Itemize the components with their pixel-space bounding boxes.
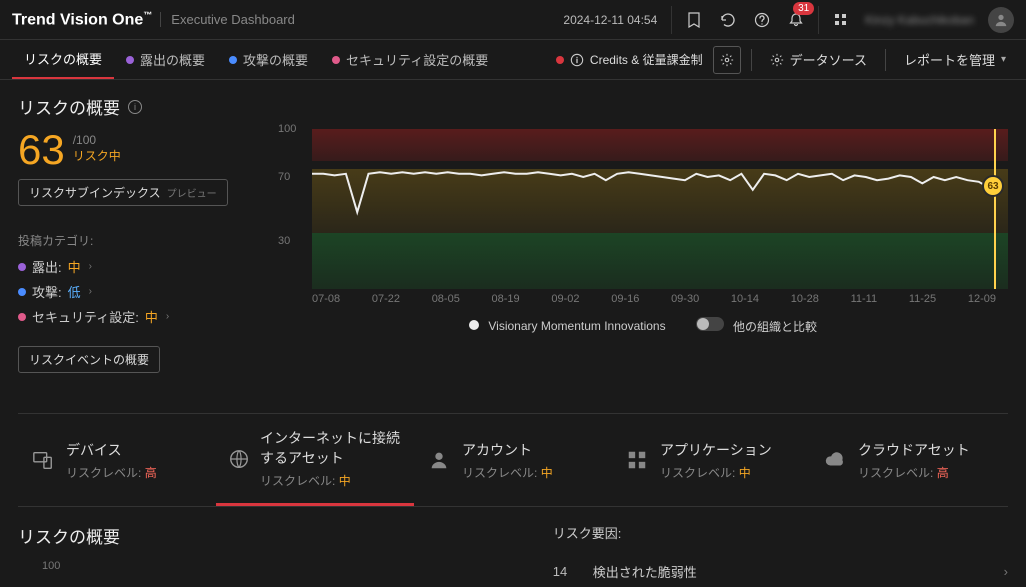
x-tick: 09-16 [611, 293, 639, 305]
x-tick: 11-11 [851, 293, 878, 305]
x-tick: 08-19 [492, 293, 520, 305]
asset-title: アカウント [462, 440, 553, 460]
asset-applications[interactable]: アプリケーション リスクレベル: 中 [612, 414, 810, 506]
tab-bar: リスクの概要 露出の概要 攻撃の概要 セキュリティ設定の概要 Credits &… [0, 40, 1026, 80]
brand-title: Trend Vision One™ [12, 10, 152, 29]
y-tick: 100 [278, 123, 296, 135]
asset-title: インターネットに接続するアセット [260, 428, 402, 468]
tab-risk-overview[interactable]: リスクの概要 [12, 40, 114, 79]
avatar[interactable] [988, 7, 1014, 33]
asset-title: デバイス [66, 440, 157, 460]
data-source-button[interactable]: データソース [762, 46, 875, 73]
section-title: リスクの概要 i [18, 94, 1008, 119]
help-icon[interactable] [746, 4, 778, 36]
notifications-icon[interactable]: 31 [780, 4, 812, 36]
category-exposure[interactable]: 露出: 中 › [18, 257, 258, 276]
risk-trend-chart: 100 70 30 63 07-0807-2208-0508-1909-0209… [278, 129, 1008, 373]
info-icon[interactable]: i [128, 100, 142, 114]
info-icon [570, 53, 584, 67]
datetime-display: 2024-12-11 04:54 [549, 13, 665, 27]
y-tick: 70 [278, 171, 290, 183]
credits-indicator[interactable]: Credits & 従量課金制 [556, 51, 703, 68]
risk-score: 63 [18, 129, 65, 171]
dot-icon [229, 56, 237, 64]
asset-cloud[interactable]: クラウドアセット リスクレベル: 高 [810, 414, 1008, 506]
tab-exposure[interactable]: 露出の概要 [114, 40, 217, 79]
risk-factor-row[interactable]: 14 検出された脆弱性 › [553, 556, 1008, 587]
chevron-right-icon: › [89, 286, 92, 297]
notification-badge: 31 [793, 2, 814, 15]
risk-subindex-button[interactable]: リスクサブインデックス プレビュー [18, 179, 228, 206]
category-attack[interactable]: 攻撃: 低 › [18, 282, 258, 301]
user-label: Kinzy Kabuchikoban [859, 13, 980, 27]
chevron-down-icon: ▾ [1001, 54, 1006, 65]
x-tick: 07-08 [312, 293, 340, 305]
tab-attack[interactable]: 攻撃の概要 [217, 40, 320, 79]
gear-icon [770, 53, 784, 67]
bookmark-icon[interactable] [678, 4, 710, 36]
asset-title: アプリケーション [660, 440, 772, 460]
x-tick: 10-28 [791, 293, 819, 305]
chart-line [312, 129, 1008, 289]
legend-series: Visionary Momentum Innovations [469, 319, 666, 333]
x-tick: 08-05 [432, 293, 460, 305]
asset-devices[interactable]: デバイス リスクレベル: 高 [18, 414, 216, 506]
org-icon[interactable] [825, 4, 857, 36]
lower-section-title: リスクの概要 [18, 523, 533, 548]
cloud-icon [822, 447, 848, 473]
devices-icon [30, 447, 56, 473]
dot-icon [18, 313, 26, 321]
dot-icon [126, 56, 134, 64]
asset-title: クラウドアセット [858, 440, 970, 460]
x-tick: 11-25 [909, 293, 936, 305]
x-tick: 10-14 [731, 293, 759, 305]
risk-events-button[interactable]: リスクイベントの概要 [18, 346, 160, 373]
x-tick: 09-02 [551, 293, 579, 305]
chevron-right-icon: › [166, 311, 169, 322]
asset-internet-facing[interactable]: インターネットに接続するアセット リスクレベル: 中 [216, 414, 414, 506]
risk-score-meta: /100 リスク中 [73, 129, 121, 164]
globe-icon [228, 446, 250, 472]
user-icon [426, 447, 452, 473]
dot-icon [18, 263, 26, 271]
x-tick: 12-09 [968, 293, 996, 305]
chart-end-badge: 63 [982, 175, 1004, 197]
status-dot-icon [556, 56, 564, 64]
risk-factor-label: 検出された脆弱性 [593, 562, 697, 581]
settings-button[interactable] [713, 46, 741, 74]
refresh-icon[interactable] [712, 4, 744, 36]
categories-heading: 投稿カテゴリ: [18, 232, 258, 249]
risk-factor-count: 14 [553, 564, 593, 579]
tab-security-config[interactable]: セキュリティ設定の概要 [320, 40, 500, 79]
dot-icon [332, 56, 340, 64]
apps-icon [624, 447, 650, 473]
toggle-icon [696, 317, 724, 331]
dot-icon [18, 288, 26, 296]
chevron-right-icon: › [1004, 564, 1008, 579]
category-security-config[interactable]: セキュリティ設定: 中 › [18, 307, 258, 326]
asset-accounts[interactable]: アカウント リスクレベル: 中 [414, 414, 612, 506]
mini-chart-y-tick: 100 [42, 560, 533, 572]
legend-dot-icon [469, 320, 479, 330]
manage-reports-button[interactable]: レポートを管理 ▾ [896, 46, 1014, 73]
page-subtitle: Executive Dashboard [160, 12, 295, 27]
preview-label: プレビュー [167, 185, 217, 200]
risk-factors-heading: リスク要因: [553, 523, 1008, 542]
y-tick: 30 [278, 235, 290, 247]
compare-toggle[interactable]: 他の組織と比較 [696, 317, 817, 335]
app-header: Trend Vision One™ Executive Dashboard 20… [0, 0, 1026, 40]
asset-tabs: デバイス リスクレベル: 高 インターネットに接続するアセット リスクレベル: … [18, 413, 1008, 507]
x-tick: 09-30 [671, 293, 699, 305]
chevron-right-icon: › [89, 261, 92, 272]
x-tick: 07-22 [372, 293, 400, 305]
